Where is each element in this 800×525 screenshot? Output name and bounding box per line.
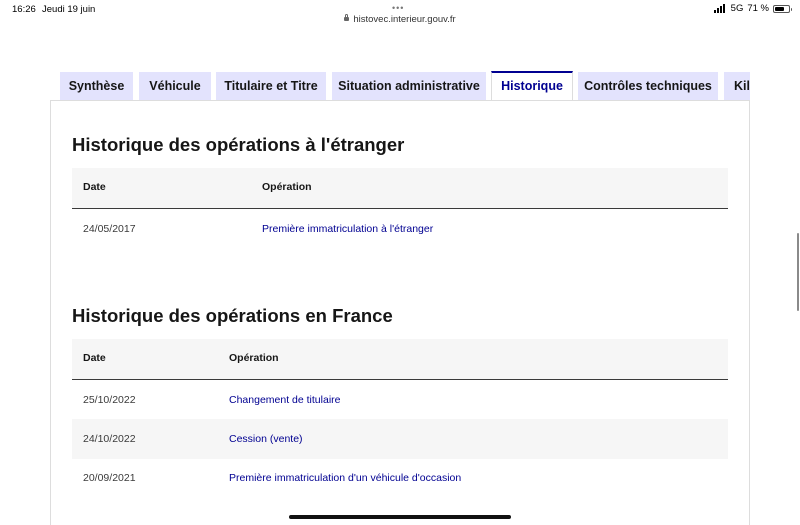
tab-situation-administrative[interactable]: Situation administrative xyxy=(332,72,486,100)
column-header-operation: Opération xyxy=(262,181,312,193)
row-operation-link[interactable]: Première immatriculation à l'étranger xyxy=(262,223,433,235)
address-bar[interactable]: histovec.interieur.gouv.fr xyxy=(0,14,800,25)
tab-synthese[interactable]: Synthèse xyxy=(60,72,133,100)
row-operation-link[interactable]: Première immatriculation d'un véhicule d… xyxy=(229,472,461,484)
column-header-date: Date xyxy=(83,352,106,364)
url-text: histovec.interieur.gouv.fr xyxy=(353,14,456,25)
row-date: 20/09/2021 xyxy=(83,472,136,484)
column-header-date: Date xyxy=(83,181,106,193)
france-history-title: Historique des opérations en France xyxy=(72,305,393,326)
row-operation-link[interactable]: Cession (vente) xyxy=(229,433,303,445)
tab-historique[interactable]: Historique xyxy=(491,71,573,101)
tab-titulaire-titre[interactable]: Titulaire et Titre xyxy=(216,72,326,100)
scrollbar[interactable] xyxy=(797,233,799,311)
table-row: 24/05/2017 Première immatriculation à l'… xyxy=(72,209,728,249)
table-row: 20/09/2021 Première immatriculation d'un… xyxy=(72,458,728,498)
lock-icon xyxy=(344,14,350,21)
row-operation-link[interactable]: Changement de titulaire xyxy=(229,394,341,406)
network-type: 5G xyxy=(730,3,744,14)
home-indicator[interactable] xyxy=(289,515,511,519)
battery-icon xyxy=(773,4,792,13)
tab-vehicule[interactable]: Véhicule xyxy=(139,72,211,100)
multitasking-dots-icon[interactable]: ••• xyxy=(392,3,404,13)
column-header-operation: Opération xyxy=(229,352,279,364)
table-row: 24/10/2022 Cession (vente) xyxy=(72,419,728,459)
row-date: 24/05/2017 xyxy=(83,223,136,235)
row-date: 25/10/2022 xyxy=(83,394,136,406)
status-bar: 16:26 Jeudi 19 juin ••• histovec.interie… xyxy=(0,0,800,28)
tab-controles-techniques[interactable]: Contrôles techniques xyxy=(578,72,718,100)
abroad-table-header: Date Opération xyxy=(72,168,728,209)
france-table-header: Date Opération xyxy=(72,339,728,380)
row-date: 24/10/2022 xyxy=(83,433,136,445)
tab-kilometrage[interactable]: Kilométrage xyxy=(724,72,750,100)
status-indicators: 5G 71 % xyxy=(713,3,792,14)
tab-bar: Synthèse Véhicule Titulaire et Titre Sit… xyxy=(60,71,750,101)
cellular-signal-icon xyxy=(713,4,725,13)
table-row: 25/10/2022 Changement de titulaire xyxy=(72,380,728,420)
battery-percent: 71 % xyxy=(747,3,769,14)
abroad-history-title: Historique des opérations à l'étranger xyxy=(72,134,405,155)
